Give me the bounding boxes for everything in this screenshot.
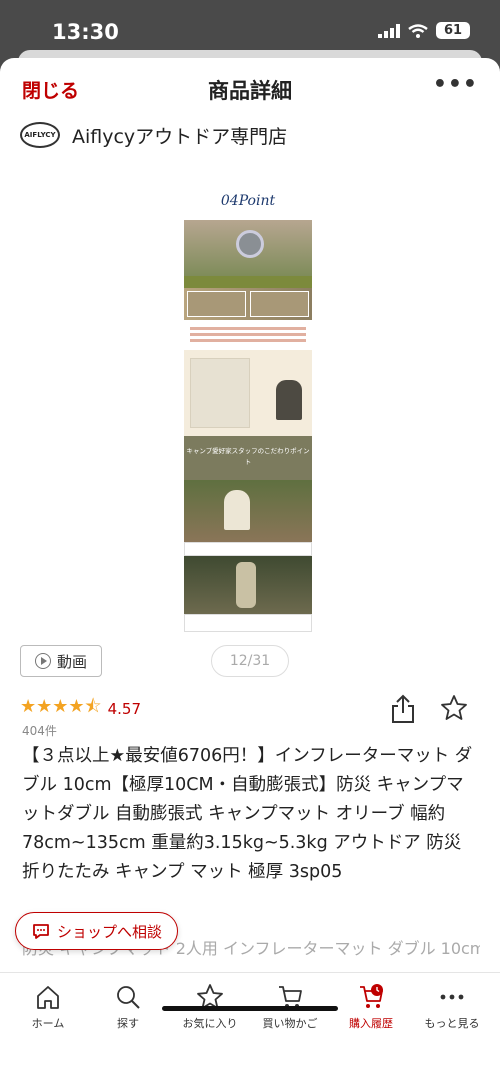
battery-indicator: 61 <box>436 22 470 39</box>
nav-label-history: 購入履歴 <box>349 1017 393 1030</box>
image-valve-diagram <box>184 350 312 436</box>
page-title: 商品詳細 <box>208 79 292 103</box>
home-icon <box>37 986 59 1009</box>
more-icon <box>440 994 464 1000</box>
shop-name: Aiflycyアウトドア専門店 <box>72 125 288 148</box>
image-diagram-panel <box>190 358 250 428</box>
shop-consult-button[interactable]: ショップへ相談 <box>15 912 178 950</box>
play-icon <box>34 653 51 669</box>
nav-item-search[interactable]: 探す <box>88 983 168 1031</box>
review-count[interactable]: 404件 <box>22 722 57 739</box>
image-counter: 12/31 <box>211 645 289 677</box>
top-bar: 閉じる 商品詳細 ••• <box>0 58 500 118</box>
nav-item-more[interactable]: もっと見る <box>412 983 492 1031</box>
consult-label: ショップへ相談 <box>56 922 162 941</box>
wifi-icon <box>408 23 428 38</box>
image-camp-photo <box>184 480 312 542</box>
history-icon <box>360 984 383 1008</box>
image-banner-text: キャンプ愛好家スタッフのこだわりポイント <box>184 436 312 480</box>
image-strip <box>184 276 312 288</box>
image-person-figure <box>276 380 302 420</box>
nav-label-favorites: お気に入り <box>182 1017 238 1030</box>
rating-value: 4.57 <box>107 700 141 718</box>
shop-link[interactable]: AIFLYCY Aiflycyアウトドア専門店 <box>20 120 287 150</box>
image-carry-photo <box>184 556 312 614</box>
image-caption-1 <box>184 542 312 556</box>
image-text-block <box>184 320 312 350</box>
image-panel-intake <box>250 291 309 317</box>
video-button[interactable]: 動画 <box>20 645 102 677</box>
nav-item-history[interactable]: 購入履歴 <box>331 983 411 1031</box>
favorite-star-icon[interactable] <box>440 694 468 722</box>
product-title: 【３点以上★最安値6706円！】インフレーターマット ダブル 10cm【極厚10… <box>22 746 473 882</box>
nav-label-home: ホーム <box>31 1017 65 1030</box>
image-caption-2 <box>184 614 312 632</box>
image-point-logo: 04Point <box>220 193 276 209</box>
product-detail-sheet: 閉じる 商品詳細 ••• AIFLYCY Aiflycyアウトドア専門店 04P… <box>0 58 500 1080</box>
shop-logo: AIFLYCY <box>20 122 60 148</box>
nav-label-cart: 買い物かご <box>262 1017 318 1030</box>
nav-label-search: 探す <box>117 1017 139 1030</box>
share-icon[interactable] <box>390 694 416 724</box>
status-icons: 61 <box>378 22 470 39</box>
rating-row[interactable]: ★★★★⯪ 4.57 <box>20 694 141 724</box>
home-indicator <box>162 1006 338 1011</box>
image-valve-photo <box>184 220 312 276</box>
signal-icon <box>378 23 400 38</box>
product-image[interactable]: 04Point キャンプ愛好家スタッフのこだわりポイント <box>184 182 312 638</box>
search-icon <box>117 986 140 1009</box>
rating-stars: ★★★★⯪ <box>20 696 102 717</box>
more-options-button[interactable]: ••• <box>433 72 478 97</box>
chat-icon <box>33 924 49 939</box>
video-label: 動画 <box>56 652 87 671</box>
status-time: 13:30 <box>52 20 119 44</box>
image-panel-exhaust <box>187 291 246 317</box>
image-valve-panels <box>184 288 312 320</box>
nav-item-home[interactable]: ホーム <box>8 983 88 1031</box>
bottom-nav: ホーム 探す お気に入り 買い物かご 購入履歴 もっと見る <box>0 972 500 1080</box>
nav-label-more: もっと見る <box>424 1017 480 1030</box>
